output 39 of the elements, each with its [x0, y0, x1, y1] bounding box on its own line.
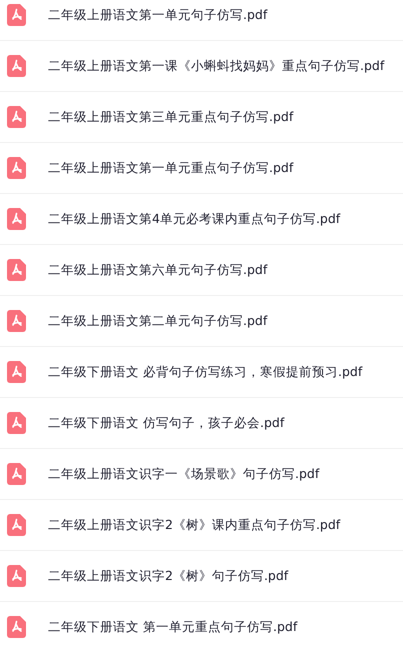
file-row[interactable]: 二年级下册语文 仿写句子，孩子必会.pdf [0, 398, 403, 449]
file-name: 二年级下册语文 第一单元重点句子仿写.pdf [48, 618, 298, 636]
file-name: 二年级下册语文 仿写句子，孩子必会.pdf [48, 414, 284, 432]
file-row[interactable]: 二年级上册语文第一单元句子仿写.pdf [0, 0, 403, 41]
file-name: 二年级上册语文第二单元句子仿写.pdf [48, 312, 268, 330]
pdf-file-icon [7, 412, 26, 434]
pdf-file-icon [7, 208, 26, 230]
file-name: 二年级上册语文第一单元句子仿写.pdf [48, 6, 268, 24]
file-name: 二年级上册语文识字一《场景歌》句子仿写.pdf [48, 466, 320, 482]
pdf-file-icon [7, 514, 26, 536]
file-row[interactable]: 二年级下册语文 必背句子仿写练习，寒假提前预习.pdf [0, 347, 403, 398]
file-row[interactable]: 二年级上册语文识字一《场景歌》句子仿写.pdf [0, 449, 403, 500]
pdf-file-icon [7, 55, 26, 77]
file-row[interactable]: 二年级上册语文第三单元重点句子仿写.pdf [0, 92, 403, 143]
pdf-file-icon [7, 565, 26, 587]
pdf-file-icon [7, 4, 26, 26]
file-name: 二年级上册语文第4单元必考课内重点句子仿写.pdf [48, 210, 340, 228]
pdf-file-icon [7, 157, 26, 179]
file-row[interactable]: 二年级下册语文 第一单元重点句子仿写.pdf [0, 602, 403, 650]
file-name: 二年级上册语文识字2《树》句子仿写.pdf [48, 568, 288, 584]
file-row[interactable]: 二年级上册语文识字2《树》课内重点句子仿写.pdf [0, 500, 403, 551]
file-row[interactable]: 二年级上册语文第一单元重点句子仿写.pdf [0, 143, 403, 194]
pdf-file-icon [7, 463, 26, 485]
pdf-file-icon [7, 616, 26, 638]
pdf-file-icon [7, 310, 26, 332]
file-row[interactable]: 二年级上册语文第一课《小蝌蚪找妈妈》重点句子仿写.pdf [0, 41, 403, 92]
file-row[interactable]: 二年级上册语文第4单元必考课内重点句子仿写.pdf [0, 194, 403, 245]
file-row[interactable]: 二年级上册语文第二单元句子仿写.pdf [0, 296, 403, 347]
file-name: 二年级上册语文第一课《小蝌蚪找妈妈》重点句子仿写.pdf [48, 58, 384, 74]
pdf-file-icon [7, 361, 26, 383]
file-name: 二年级下册语文 必背句子仿写练习，寒假提前预习.pdf [48, 364, 362, 380]
file-name: 二年级上册语文第一单元重点句子仿写.pdf [48, 160, 294, 176]
pdf-file-icon [7, 106, 26, 128]
file-name: 二年级上册语文识字2《树》课内重点句子仿写.pdf [48, 516, 340, 534]
file-name: 二年级上册语文第三单元重点句子仿写.pdf [48, 108, 294, 126]
file-name: 二年级上册语文第六单元句子仿写.pdf [48, 262, 268, 278]
pdf-file-icon [7, 259, 26, 281]
file-row[interactable]: 二年级上册语文第六单元句子仿写.pdf [0, 245, 403, 296]
file-row[interactable]: 二年级上册语文识字2《树》句子仿写.pdf [0, 551, 403, 602]
